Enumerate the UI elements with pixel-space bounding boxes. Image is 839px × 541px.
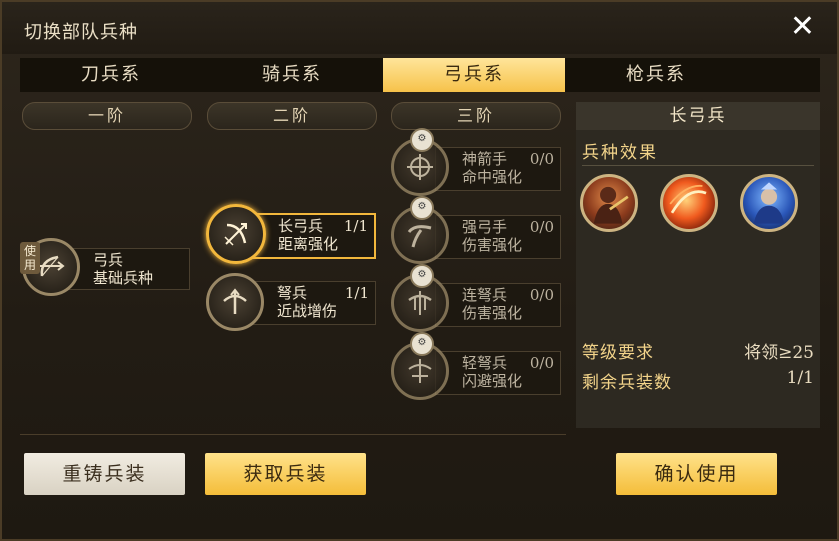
tab-bar: 刀兵系 骑兵系 弓兵系 枪兵系 bbox=[20, 58, 820, 92]
unit-desc: 近战增伤 bbox=[277, 302, 338, 320]
unit-label-crossbow: 弩兵 1/1 近战增伤 bbox=[250, 281, 376, 325]
tab-blade[interactable]: 刀兵系 bbox=[20, 58, 202, 92]
unit-count: 1/1 bbox=[343, 217, 368, 235]
unit-count: 1/1 bbox=[344, 284, 369, 302]
unit-name: 连弩兵 bbox=[462, 286, 508, 304]
obtain-equipment-button[interactable]: 获取兵装 bbox=[205, 453, 366, 495]
panel-divider bbox=[582, 165, 814, 166]
bottom-divider bbox=[20, 434, 566, 435]
unit-count: 0/0 bbox=[529, 218, 554, 236]
crossbow-icon bbox=[223, 288, 247, 314]
lock-badge-icon: ⚙ bbox=[410, 332, 434, 356]
tier-2-header: 二阶 bbox=[207, 102, 377, 130]
unit-count: 0/0 bbox=[529, 150, 554, 168]
unit-label-longbow: 长弓兵 1/1 距离强化 bbox=[250, 213, 376, 259]
effect-portrait-warrior[interactable] bbox=[580, 174, 638, 232]
remaining-equipment-label: 剩余兵装数 bbox=[582, 373, 672, 393]
bow-icon bbox=[40, 255, 65, 277]
lock-badge-icon: ⚙ bbox=[410, 128, 434, 152]
lock-badge-icon: ⚙ bbox=[410, 196, 434, 220]
unit-label-marksman: 神箭手 0/0 命中强化 bbox=[435, 147, 561, 191]
detail-unit-name: 长弓兵 bbox=[576, 102, 820, 130]
unit-count: 0/0 bbox=[529, 354, 554, 372]
dialog-title: 切换部队兵种 bbox=[24, 22, 138, 43]
remaining-equipment-value: 1/1 bbox=[786, 368, 814, 388]
light-crossbow-icon bbox=[408, 359, 432, 383]
unit-detail-panel: 长弓兵 兵种效果 等级要求 将领≥25 剩余兵装数 1/1 bbox=[576, 102, 820, 428]
unit-icon-crossbow bbox=[206, 273, 264, 331]
warrior-portrait-icon bbox=[593, 186, 629, 224]
unit-label-archer: 弓兵 基础兵种 bbox=[66, 248, 190, 290]
title-bar: 切换部队兵种 ✕ bbox=[2, 2, 837, 54]
unit-name: 神箭手 bbox=[462, 150, 508, 168]
unit-count: 0/0 bbox=[529, 286, 554, 304]
lock-badge-icon: ⚙ bbox=[410, 264, 434, 288]
recast-equipment-button[interactable]: 重铸兵装 bbox=[24, 453, 185, 495]
unit-desc: 伤害强化 bbox=[462, 304, 523, 322]
unit-desc: 距离强化 bbox=[278, 235, 339, 253]
effect-portrait-general[interactable] bbox=[740, 174, 798, 232]
unit-name: 长弓兵 bbox=[278, 217, 324, 235]
unit-name: 轻弩兵 bbox=[462, 354, 508, 372]
unit-desc: 基础兵种 bbox=[93, 269, 154, 287]
tab-archer[interactable]: 弓兵系 bbox=[383, 58, 565, 92]
level-requirement-label: 等级要求 bbox=[582, 343, 654, 363]
tier-1-header: 一阶 bbox=[22, 102, 192, 130]
flame-slash-icon bbox=[669, 184, 707, 214]
unit-desc: 伤害强化 bbox=[462, 236, 523, 254]
close-icon[interactable]: ✕ bbox=[790, 12, 815, 42]
unit-desc: 命中强化 bbox=[462, 168, 523, 186]
repeater-crossbow-icon bbox=[408, 291, 432, 315]
switch-troop-dialog: 切换部队兵种 ✕ 刀兵系 骑兵系 弓兵系 枪兵系 一阶 二阶 三阶 弓兵 基础兵… bbox=[0, 0, 839, 541]
in-use-tag: 使用 bbox=[20, 242, 40, 274]
unit-name: 强弓手 bbox=[462, 218, 508, 236]
tab-cavalry[interactable]: 骑兵系 bbox=[201, 58, 383, 92]
unit-label-lightxbow: 轻弩兵 0/0 闪避强化 bbox=[435, 351, 561, 395]
unit-icon-longbow bbox=[206, 204, 266, 264]
target-icon bbox=[407, 154, 433, 180]
tab-spear[interactable]: 枪兵系 bbox=[565, 58, 747, 92]
unit-label-repeater: 连弩兵 0/0 伤害强化 bbox=[435, 283, 561, 327]
unit-name: 弩兵 bbox=[277, 284, 308, 302]
general-portrait-icon bbox=[753, 182, 785, 224]
tier-3-header: 三阶 bbox=[391, 102, 561, 130]
strongbow-icon bbox=[407, 225, 432, 248]
effect-title: 兵种效果 bbox=[582, 143, 658, 163]
longbow-icon bbox=[224, 223, 247, 246]
confirm-use-button[interactable]: 确认使用 bbox=[616, 453, 777, 495]
unit-desc: 闪避强化 bbox=[462, 372, 523, 390]
level-requirement-value: 将领≥25 bbox=[744, 343, 814, 363]
unit-name: 弓兵 bbox=[93, 251, 124, 269]
effect-portrait-flame[interactable] bbox=[660, 174, 718, 232]
unit-label-strongbow: 强弓手 0/0 伤害强化 bbox=[435, 215, 561, 259]
